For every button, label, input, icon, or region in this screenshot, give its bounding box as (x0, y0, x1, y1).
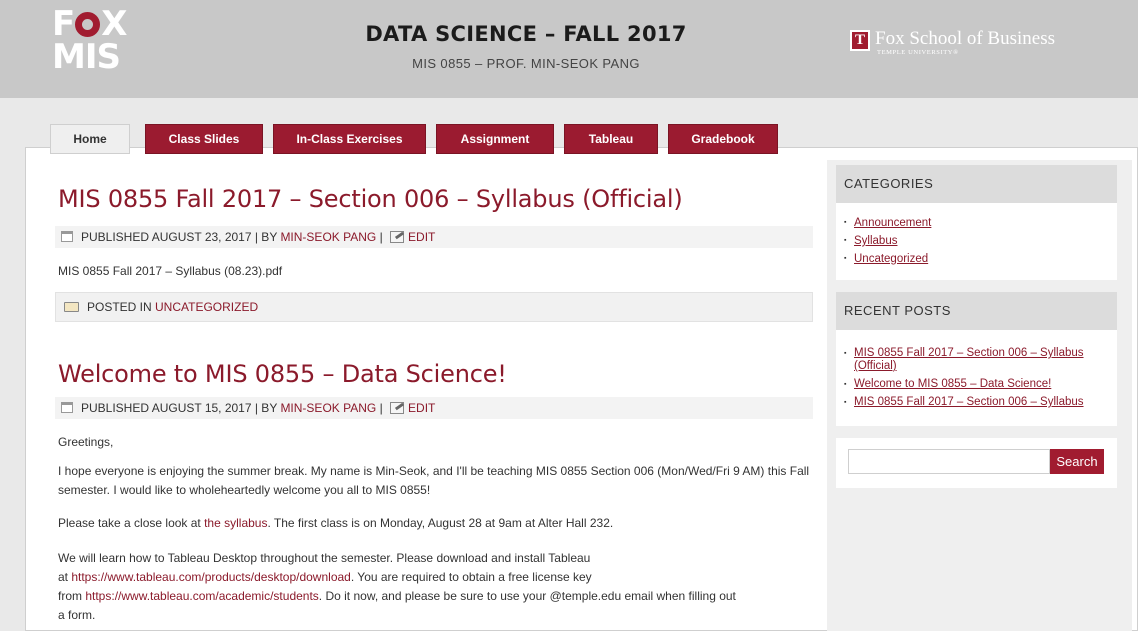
school-university: TEMPLE UNIVERSITY® (877, 49, 959, 56)
edit-link[interactable]: EDIT (408, 230, 435, 244)
list-item: Uncategorized (844, 250, 1117, 268)
category-link-announcement[interactable]: Announcement (854, 217, 931, 229)
nav-tab-tableau[interactable]: Tableau (564, 124, 658, 154)
nav-tab-class-slides[interactable]: Class Slides (145, 124, 263, 154)
search-button[interactable]: Search (1050, 449, 1104, 474)
calendar-icon (61, 231, 73, 242)
recent-post-link[interactable]: MIS 0855 Fall 2017 – Section 006 – Sylla… (854, 396, 1084, 408)
text-segment: Please take a close look at (58, 516, 205, 530)
post-meta: PUBLISHED AUGUST 15, 2017 | BY MIN-SEOK … (55, 397, 813, 419)
attachment-link[interactable]: MIS 0855 Fall 2017 – Syllabus (08.23).pd… (58, 262, 282, 281)
post-title[interactable]: Welcome to MIS 0855 – Data Science! (58, 360, 507, 388)
text-segment: . Do it now, and please be sure to use y… (318, 589, 736, 603)
list-item: MIS 0855 Fall 2017 – Section 006 – Sylla… (844, 396, 1117, 409)
category-link-uncategorized[interactable]: Uncategorized (854, 253, 928, 265)
tableau-download-link[interactable]: https://www.tableau.com/products/desktop… (71, 570, 351, 584)
recent-post-link[interactable]: MIS 0855 Fall 2017 – Section 006 – Sylla… (854, 347, 1084, 372)
nav-tab-assignment[interactable]: Assignment (436, 124, 554, 154)
edit-link[interactable]: EDIT (408, 401, 435, 415)
list-item: Announcement (844, 214, 1117, 232)
text-segment: . You are required to obtain a free lice… (350, 570, 592, 584)
list-item: Syllabus (844, 232, 1117, 250)
category-link[interactable]: UNCATEGORIZED (155, 300, 258, 314)
recent-posts-list: MIS 0855 Fall 2017 – Section 006 – Sylla… (836, 330, 1117, 420)
posted-in-label: POSTED IN (87, 300, 156, 314)
categories-widget: CATEGORIES Announcement Syllabus Uncateg… (836, 165, 1117, 280)
temple-t-icon: T (850, 30, 870, 51)
text-segment: from (58, 589, 86, 603)
meta-separator: | (376, 401, 387, 415)
folder-icon (64, 302, 79, 312)
published-text: PUBLISHED AUGUST 23, 2017 | BY (81, 230, 281, 244)
meta-separator: | (376, 230, 387, 244)
widget-title: RECENT POSTS (836, 292, 1117, 330)
syllabus-link[interactable]: the syllabus (204, 516, 267, 530)
recent-post-link[interactable]: Welcome to MIS 0855 – Data Science! (854, 378, 1051, 390)
post-paragraph: I hope everyone is enjoying the summer b… (58, 464, 810, 497)
nav-tab-home[interactable]: Home (50, 124, 130, 154)
tableau-students-link[interactable]: https://www.tableau.com/academic/student… (85, 589, 318, 603)
posted-in-bar: POSTED IN UNCATEGORIZED (55, 292, 813, 322)
recent-posts-widget: RECENT POSTS MIS 0855 Fall 2017 – Sectio… (836, 292, 1117, 426)
list-item: MIS 0855 Fall 2017 – Section 006 – Sylla… (844, 347, 1117, 373)
published-text: PUBLISHED AUGUST 15, 2017 | BY (81, 401, 281, 415)
school-name: Fox School of Business (875, 28, 1055, 49)
category-link-syllabus[interactable]: Syllabus (854, 235, 897, 247)
search-widget: Search (836, 438, 1117, 488)
text-segment: . The first class is on Monday, August 2… (267, 516, 614, 530)
edit-icon (390, 231, 405, 243)
nav-tab-in-class-exercises[interactable]: In-Class Exercises (273, 124, 426, 154)
post-paragraph: Please take a close look at the syllabus… (58, 514, 818, 533)
site-header: FX MIS DATA SCIENCE – FALL 2017 MIS 0855… (0, 0, 1138, 98)
post-meta: PUBLISHED AUGUST 23, 2017 | BY MIN-SEOK … (55, 226, 813, 248)
list-item: Welcome to MIS 0855 – Data Science! (844, 378, 1117, 391)
search-input[interactable] (848, 449, 1050, 474)
author-link[interactable]: MIN-SEOK PANG (280, 230, 376, 244)
text-segment: We will learn how to Tableau Desktop thr… (58, 551, 591, 565)
calendar-icon (61, 402, 73, 413)
text-segment: at (58, 570, 72, 584)
post-title[interactable]: MIS 0855 Fall 2017 – Section 006 – Sylla… (58, 185, 683, 213)
site-subtitle: MIS 0855 – PROF. MIN-SEOK PANG (412, 56, 640, 71)
categories-list: Announcement Syllabus Uncategorized (836, 203, 1117, 274)
edit-icon (390, 402, 405, 414)
post-paragraph: Greetings, (58, 435, 114, 449)
widget-title: CATEGORIES (836, 165, 1117, 203)
post-paragraph: We will learn how to Tableau Desktop thr… (58, 549, 818, 625)
text-segment: a form. (58, 608, 96, 622)
nav-tab-gradebook[interactable]: Gradebook (668, 124, 778, 154)
author-link[interactable]: MIN-SEOK PANG (280, 401, 376, 415)
